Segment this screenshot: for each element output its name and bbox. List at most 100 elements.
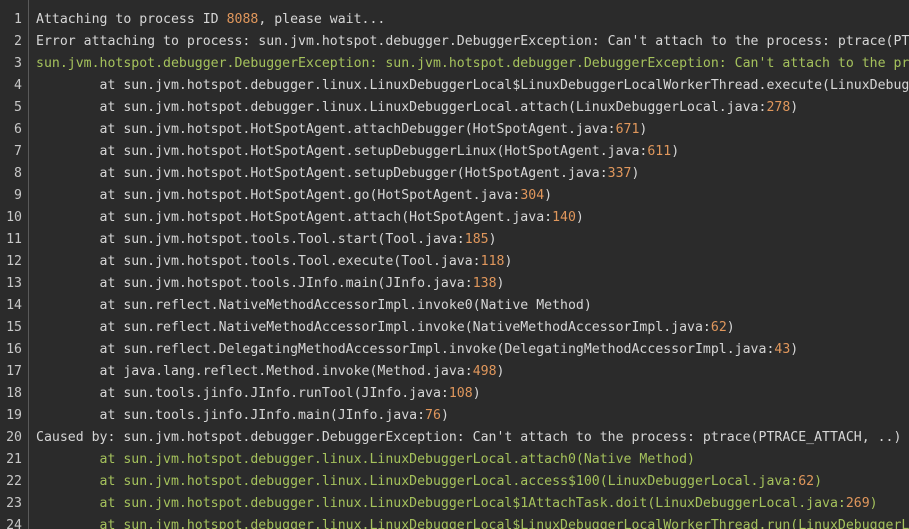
- line-content: Caused by: sun.jvm.hotspot.debugger.Debu…: [36, 427, 909, 449]
- line-number-literal: 108: [448, 386, 473, 401]
- line-number-literal: 140: [552, 210, 576, 225]
- line-number-literal: 498: [472, 364, 497, 379]
- code-text: at sun.jvm.hotspot.HotSpotAgent.attachDe…: [36, 122, 616, 137]
- code-text: ): [488, 232, 497, 247]
- line-number: 19: [6, 408, 22, 423]
- line-content: Attaching to process ID 8088, please wai…: [36, 9, 385, 31]
- code-text: ): [544, 188, 553, 203]
- code-text: Attaching to process ID: [36, 12, 227, 27]
- code-line: 1 Attaching to process ID 8088, please wa…: [0, 9, 909, 31]
- line-number-literal: 304: [520, 188, 545, 203]
- line-number-literal: 62: [798, 474, 815, 489]
- line-content: at sun.jvm.hotspot.debugger.linux.LinuxD…: [36, 471, 823, 493]
- line-number-literal: 76: [425, 408, 441, 423]
- code-line: 16 at sun.reflect.DelegatingMethodAccess…: [0, 339, 909, 361]
- code-text: at sun.jvm.hotspot.debugger.linux.LinuxD…: [36, 100, 767, 115]
- code-lines: 1 Attaching to process ID 8088, please wa…: [0, 9, 909, 529]
- line-content: at sun.jvm.hotspot.tools.JInfo.main(JInf…: [36, 273, 505, 295]
- code-text: at sun.reflect.NativeMethodAccessorImpl.…: [36, 320, 711, 335]
- line-number: 17: [6, 364, 22, 379]
- code-line: 7 at sun.jvm.hotspot.HotSpotAgent.setupD…: [0, 141, 909, 163]
- code-line: 19 at sun.tools.jinfo.JInfo.main(JInfo.j…: [0, 405, 909, 427]
- code-text: at sun.jvm.hotspot.tools.JInfo.main(JInf…: [36, 276, 473, 291]
- line-number: 3: [14, 56, 22, 71]
- line-content: at sun.jvm.hotspot.tools.Tool.start(Tool…: [36, 229, 497, 251]
- line-number-literal: 138: [472, 276, 497, 291]
- line-number: 2: [14, 34, 22, 49]
- line-number: 5: [14, 100, 22, 115]
- line-number: 16: [6, 342, 22, 357]
- line-number: 11: [6, 232, 22, 247]
- code-text: , please wait...: [258, 12, 386, 27]
- line-number-literal: 43: [774, 342, 791, 357]
- line-number: 24: [6, 518, 22, 529]
- code-text: at sun.jvm.hotspot.tools.Tool.execute(To…: [36, 254, 481, 269]
- code-text: at sun.tools.jinfo.JInfo.runTool(JInfo.j…: [36, 386, 449, 401]
- line-number-literal: 269: [845, 496, 870, 511]
- line-number-literal: 611: [647, 144, 672, 159]
- code-text: at sun.jvm.hotspot.HotSpotAgent.setupDeb…: [36, 166, 608, 181]
- line-content: at sun.jvm.hotspot.debugger.linux.LinuxD…: [36, 75, 909, 97]
- code-viewer[interactable]: 1 Attaching to process ID 8088, please wa…: [0, 0, 909, 529]
- line-content: at sun.tools.jinfo.JInfo.main(JInfo.java…: [36, 405, 449, 427]
- code-text: at sun.jvm.hotspot.HotSpotAgent.setupDeb…: [36, 144, 648, 159]
- code-text: ): [671, 144, 680, 159]
- line-number-literal: 8088: [226, 12, 259, 27]
- code-line: 20 Caused by: sun.jvm.hotspot.debugger.De…: [0, 427, 909, 449]
- code-text: sun.jvm.hotspot.debugger.DebuggerExcepti…: [36, 56, 909, 71]
- line-content: Error attaching to process: sun.jvm.hots…: [36, 31, 909, 53]
- code-text: at sun.reflect.NativeMethodAccessorImpl.…: [36, 298, 592, 313]
- line-number: 13: [6, 276, 22, 291]
- line-number: 12: [6, 254, 22, 269]
- code-text: at sun.jvm.hotspot.debugger.linux.LinuxD…: [36, 496, 846, 511]
- line-number: 18: [6, 386, 22, 401]
- code-line: 4 at sun.jvm.hotspot.debugger.linux.Linu…: [0, 75, 909, 97]
- code-line: 13 at sun.jvm.hotspot.tools.JInfo.main(J…: [0, 273, 909, 295]
- code-text: at sun.tools.jinfo.JInfo.main(JInfo.java…: [36, 408, 426, 423]
- line-content: at sun.jvm.hotspot.debugger.linux.LinuxD…: [36, 449, 695, 471]
- code-text: at sun.jvm.hotspot.debugger.linux.LinuxD…: [36, 474, 799, 489]
- code-text: at sun.jvm.hotspot.tools.Tool.start(Tool…: [36, 232, 465, 247]
- code-line: 24 at sun.jvm.hotspot.debugger.linux.Lin…: [0, 515, 909, 529]
- line-number: 21: [6, 452, 22, 467]
- line-content: at sun.jvm.hotspot.HotSpotAgent.setupDeb…: [36, 141, 680, 163]
- code-text: at sun.jvm.hotspot.debugger.linux.LinuxD…: [36, 452, 695, 467]
- line-number: 9: [14, 188, 22, 203]
- line-number: 23: [6, 496, 22, 511]
- line-number: 10: [6, 210, 22, 225]
- code-line: 6 at sun.jvm.hotspot.HotSpotAgent.attach…: [0, 119, 909, 141]
- code-line: 14 at sun.reflect.NativeMethodAccessorIm…: [0, 295, 909, 317]
- line-content: at sun.jvm.hotspot.HotSpotAgent.setupDeb…: [36, 163, 640, 185]
- line-content: at sun.jvm.hotspot.HotSpotAgent.attach(H…: [36, 207, 584, 229]
- code-text: ): [504, 254, 513, 269]
- code-text: Caused by: sun.jvm.hotspot.debugger.Debu…: [36, 430, 902, 445]
- line-content: at sun.jvm.hotspot.debugger.linux.LinuxD…: [36, 493, 878, 515]
- line-content: at sun.jvm.hotspot.HotSpotAgent.attachDe…: [36, 119, 648, 141]
- code-text: ): [869, 496, 878, 511]
- code-text: Error attaching to process: sun.jvm.hots…: [36, 34, 909, 49]
- line-content: at java.lang.reflect.Method.invoke(Metho…: [36, 361, 505, 383]
- line-content: at sun.jvm.hotspot.debugger.linux.LinuxD…: [36, 515, 909, 529]
- code-line: 17 at java.lang.reflect.Method.invoke(Me…: [0, 361, 909, 383]
- code-line: 2 Error attaching to process: sun.jvm.hot…: [0, 31, 909, 53]
- line-number: 1: [14, 12, 22, 27]
- code-line: 10 at sun.jvm.hotspot.HotSpotAgent.attac…: [0, 207, 909, 229]
- code-text: ): [726, 320, 735, 335]
- code-text: ): [639, 122, 648, 137]
- line-number-literal: 671: [615, 122, 640, 137]
- code-text: at sun.jvm.hotspot.debugger.linux.LinuxD…: [99, 78, 909, 93]
- code-line: 18 at sun.tools.jinfo.JInfo.runTool(JInf…: [0, 383, 909, 405]
- code-text: ): [496, 276, 505, 291]
- code-line: 22 at sun.jvm.hotspot.debugger.linux.Lin…: [0, 471, 909, 493]
- code-text: ): [790, 342, 799, 357]
- line-number-literal: 337: [607, 166, 632, 181]
- code-text: ): [631, 166, 640, 181]
- line-number: 14: [6, 298, 22, 313]
- code-line: 12 at sun.jvm.hotspot.tools.Tool.execute…: [0, 251, 909, 273]
- line-number-literal: 118: [480, 254, 505, 269]
- code-text: at sun.reflect.DelegatingMethodAccessorI…: [36, 342, 775, 357]
- line-number: 20: [6, 430, 22, 445]
- code-line: 23 at sun.jvm.hotspot.debugger.linux.Lin…: [0, 493, 909, 515]
- line-number: 8: [14, 166, 22, 181]
- line-content: at sun.jvm.hotspot.debugger.linux.LinuxD…: [36, 97, 799, 119]
